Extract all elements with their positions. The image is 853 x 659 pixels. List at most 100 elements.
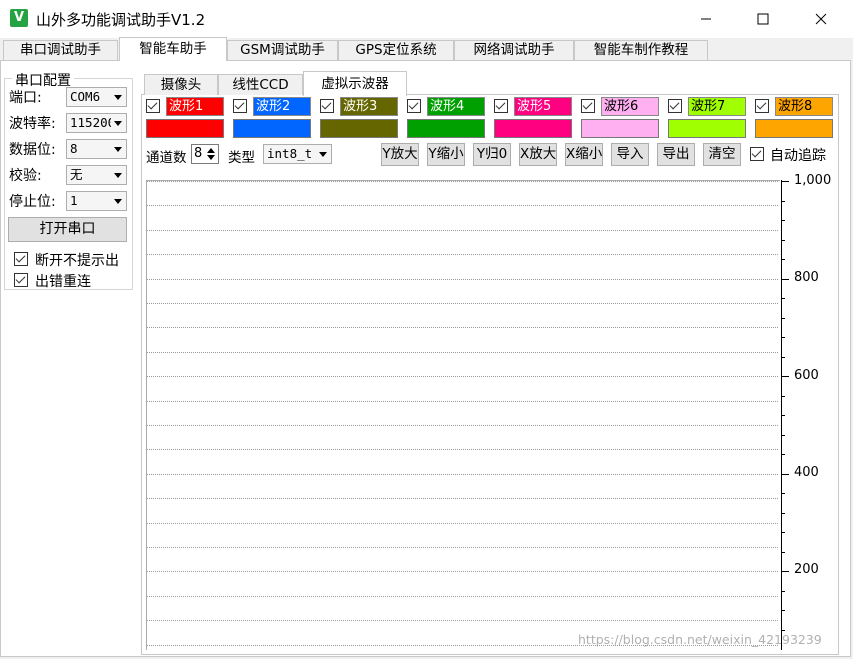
chevron-down-icon [111,118,125,129]
waveform-6-checkbox[interactable] [581,99,595,113]
y-minor-tick [781,220,785,221]
tab-smart-car[interactable]: 智能车助手 [119,37,227,61]
waveform-3-color-swatch[interactable] [320,119,398,138]
chevron-down-icon [114,199,122,204]
waveform-7-name[interactable]: 波形7 [688,97,746,116]
waveform-2-color-swatch[interactable] [233,119,311,138]
y-major-tick [781,571,789,572]
waveform-5-checkbox[interactable] [494,99,508,113]
y-minor-tick [781,396,785,397]
channel-count-spinner[interactable]: 8 [191,144,219,164]
waveform-2-checkbox[interactable] [233,99,247,113]
auto-reconnect-checkbox[interactable] [14,273,28,287]
waveform-1-checkbox[interactable] [146,99,160,113]
minimize-button[interactable] [683,0,729,38]
gridline [147,401,778,402]
y-minor-tick [781,435,785,436]
waveform-4-name[interactable]: 波形4 [427,97,485,116]
waveform-7-checkbox[interactable] [668,99,682,113]
tab-linear-ccd[interactable]: 线性CCD [218,74,303,95]
waveform-2-name[interactable]: 波形2 [253,97,311,116]
waveform-7-color-swatch[interactable] [668,119,746,138]
oscilloscope-plot-area[interactable] [146,180,780,650]
gridline [147,425,778,426]
import-button[interactable]: 导入 [611,143,649,166]
y-zoom-out-button[interactable]: Y缩小 [427,143,465,166]
data-bits-select[interactable]: 8 [66,139,127,159]
y-minor-tick [781,591,785,592]
gridline [147,352,778,353]
parity-label: 校验: [9,168,42,184]
y-minor-tick [781,630,785,631]
y-minor-tick [781,201,785,202]
baud-label: 波特率: [9,116,56,132]
waveform-4-color-swatch[interactable] [407,119,485,138]
app-logo-icon: V [10,9,28,27]
clear-button[interactable]: 清空 [703,143,741,166]
window-title: 山外多功能调试助手V1.2 [36,11,206,29]
waveform-6-color-swatch[interactable] [581,119,659,138]
waveform-5-name[interactable]: 波形5 [514,97,572,116]
y-zoom-in-button[interactable]: Y放大 [381,143,419,166]
tab-network-debug[interactable]: 网络调试助手 [454,40,574,60]
watermark: https://blog.csdn.net/weixin_42193239 [578,632,822,647]
no-disconnect-prompt-checkbox[interactable] [14,252,28,266]
gridline [147,523,778,524]
waveform-8-color-swatch[interactable] [755,119,833,138]
gridline [147,498,778,499]
baud-select[interactable]: 115200 [66,113,127,133]
gridline [147,254,778,255]
gridline [147,620,778,621]
waveform-3-name[interactable]: 波形3 [340,97,398,116]
y-tick-label: 200 [794,562,819,577]
waveform-3-checkbox[interactable] [320,99,334,113]
gridline [147,376,778,377]
data-bits-label: 数据位: [9,142,56,158]
close-button[interactable] [798,0,844,38]
port-label: 端口: [9,90,42,106]
tab-serial-debug[interactable]: 串口调试助手 [3,40,118,60]
y-minor-tick [781,415,785,416]
data-type-label: 类型 [228,150,255,166]
waveform-1-color-swatch[interactable] [146,119,224,138]
waveform-6-name[interactable]: 波形6 [601,97,659,116]
tab-smart-car-tutorial[interactable]: 智能车制作教程 [574,40,708,60]
tab-gps[interactable]: GPS定位系统 [338,40,454,60]
y-minor-tick [781,259,785,260]
x-zoom-out-button[interactable]: X缩小 [565,143,603,166]
open-port-button[interactable]: 打开串口 [8,217,127,242]
waveform-1-name[interactable]: 波形1 [166,97,224,116]
minimize-icon [701,18,711,20]
tab-gsm-debug[interactable]: GSM调试助手 [227,40,338,60]
y-major-tick [781,279,789,280]
auto-track-checkbox[interactable] [750,147,764,161]
gridline [147,303,778,304]
y-minor-tick [781,337,785,338]
y-tick-label: 800 [794,270,819,285]
waveform-5-color-swatch[interactable] [494,119,572,138]
waveform-4-checkbox[interactable] [407,99,421,113]
parity-select[interactable]: 无 [66,165,127,185]
chevron-down-icon [114,95,122,100]
y-reset-button[interactable]: Y归0 [473,143,511,166]
waveform-8-checkbox[interactable] [755,99,769,113]
x-zoom-in-button[interactable]: X放大 [519,143,557,166]
stop-bits-label: 停止位: [9,194,56,210]
tab-camera[interactable]: 摄像头 [144,74,218,95]
port-select[interactable]: COM6 [66,87,127,107]
export-button[interactable]: 导出 [657,143,695,166]
y-tick-label: 1,000 [794,173,832,188]
stop-bits-select[interactable]: 1 [66,191,127,211]
data-type-select[interactable]: int8_t [263,144,332,164]
maximize-button[interactable] [740,0,786,38]
y-minor-tick [781,513,785,514]
y-tick-label: 600 [794,368,819,383]
waveform-8-name[interactable]: 波形8 [775,97,833,116]
y-tick-label: 400 [794,465,819,480]
y-minor-tick [781,454,785,455]
gridline [147,474,778,475]
y-minor-tick [781,298,785,299]
close-icon [815,13,827,25]
y-minor-tick [781,240,785,241]
tab-virtual-oscilloscope[interactable]: 虚拟示波器 [303,71,407,96]
